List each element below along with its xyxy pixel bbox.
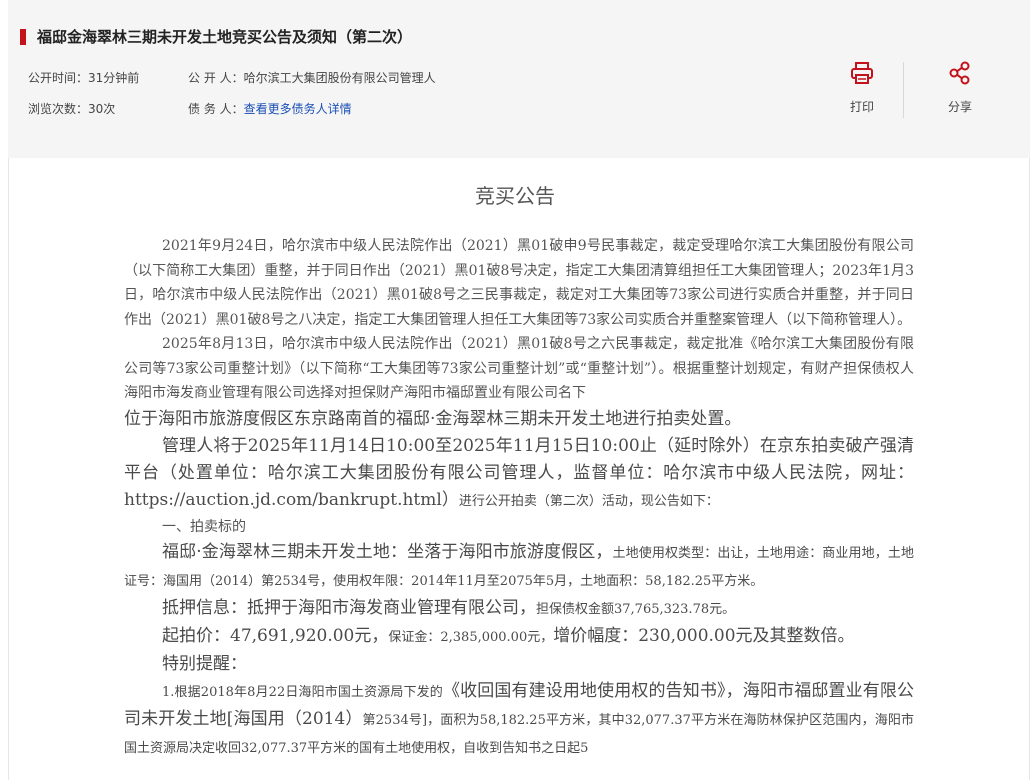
printer-icon — [851, 62, 873, 84]
paragraph-6c: 增价幅度：230,000.00元及其整数倍。 — [553, 626, 855, 646]
debtor-label: 债 务 人： — [188, 102, 244, 116]
publisher: 公 开 人：哈尔滨工大集团股份有限公司管理人 — [188, 69, 436, 86]
paragraph-1: 2021年9月24日，哈尔滨市中级人民法院作出（2021）黑01破申9号民事裁定… — [124, 238, 914, 328]
share-icon — [949, 61, 970, 85]
title-accent-bar — [20, 29, 26, 45]
share-label: 分享 — [947, 100, 972, 114]
debtor-details-link[interactable]: 查看更多债务人详情 — [244, 102, 352, 116]
paragraph-6: 起拍价：47,691,920.00元，保证金：2,385,000.00元，增价幅… — [124, 623, 914, 651]
notice-title: 福邸金海翠林三期未开发土地竞买公告及须知（第二次） — [37, 28, 413, 46]
publisher-label: 公 开 人： — [188, 71, 244, 85]
paragraph-4a: 福邸·金海翠林三期未开发土地：坐落于海阳市旅游度假区， — [162, 542, 613, 562]
document-body: 2021年9月24日，哈尔滨市中级人民法院作出（2021）黑01破申9号民事裁定… — [124, 234, 914, 762]
views-value: 30次 — [88, 102, 116, 116]
paragraph-4: 福邸·金海翠林三期未开发土地：坐落于海阳市旅游度假区，土地使用权类型：出让，土地… — [124, 539, 914, 595]
paragraph-6b: 保证金：2,385,000.00元， — [388, 630, 554, 645]
paragraph-3b: 进行公开拍卖（第二次）活动，现公告如下： — [458, 493, 719, 509]
print-button[interactable]: 打印 — [832, 60, 892, 115]
paragraph-8a: 1.根据2018年8月22日海阳市国土资源局下发的 — [162, 685, 443, 700]
paragraph-5b: 担保债权金额37,765,323.78元。 — [536, 602, 736, 617]
publish-time-value: 31分钟前 — [88, 71, 140, 85]
paragraph-5: 抵押信息：抵押于海阳市海发商业管理有限公司，担保债权金额37,765,323.7… — [124, 595, 914, 623]
print-label: 打印 — [849, 100, 874, 114]
action-divider — [903, 62, 904, 118]
special-reminder-heading: 特别提醒： — [162, 654, 247, 674]
views-label: 浏览次数： — [28, 102, 89, 116]
view-count: 浏览次数：30次 — [28, 100, 115, 117]
document-title: 竞买公告 — [475, 184, 555, 208]
publish-time: 公开时间：31分钟前 — [28, 69, 139, 86]
section-heading-1: 一、拍卖标的 — [162, 518, 246, 535]
paragraph-3: 管理人将于2025年11月14日10:00至2025年11月15日10:00止（… — [124, 433, 914, 515]
publish-time-label: 公开时间： — [28, 71, 89, 85]
share-button[interactable]: 分享 — [930, 60, 990, 115]
paragraph-2a: 2025年8月13日，哈尔滨市中级人民法院作出（2021）黑01破8号之六民事裁… — [124, 336, 914, 401]
debtor: 债 务 人：查看更多债务人详情 — [188, 100, 352, 117]
paragraph-2b: 位于海阳市旅游度假区东京路南首的福邸·金海翠林三期未开发土地进行拍卖处置。 — [124, 408, 742, 429]
paragraph-8: 1.根据2018年8月22日海阳市国土资源局下发的《收回国有建设用地使用权的告知… — [124, 678, 914, 762]
publisher-value: 哈尔滨工大集团股份有限公司管理人 — [243, 71, 436, 85]
paragraph-6a: 起拍价：47,691,920.00元， — [162, 626, 389, 646]
paragraph-5a: 抵押信息：抵押于海阳市海发商业管理有限公司， — [162, 598, 536, 618]
